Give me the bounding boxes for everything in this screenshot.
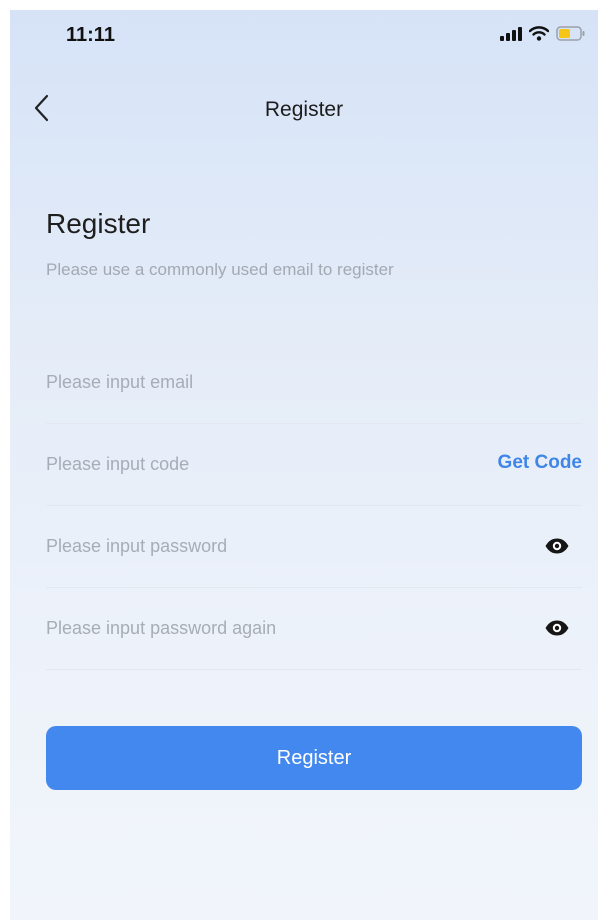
eye-icon[interactable] [544,619,570,642]
page-subtitle: Please use a commonly used email to regi… [46,260,394,279]
nav-title: Register [264,98,344,121]
register-button[interactable]: Register [46,726,582,790]
email-field-row [46,342,582,424]
eye-icon[interactable] [544,537,570,560]
password-again-field-row [46,588,582,670]
password-input[interactable] [46,506,446,587]
password-field-row [46,506,582,588]
wifi-icon [529,26,549,41]
code-field-row: Get Code [46,424,582,506]
password-again-input[interactable] [46,588,446,669]
app-screen: 11:11 Register Register Please use a com… [10,10,598,920]
status-icons [500,26,586,41]
nav-bar: Register [10,84,598,134]
code-input[interactable] [46,424,446,505]
status-bar: 11:11 [10,10,598,54]
get-code-button[interactable]: Get Code [498,452,582,474]
page-title: Register [46,208,151,239]
email-input[interactable] [46,342,446,423]
battery-icon [556,26,586,41]
status-time: 11:11 [66,24,115,46]
signal-icon [500,26,522,41]
